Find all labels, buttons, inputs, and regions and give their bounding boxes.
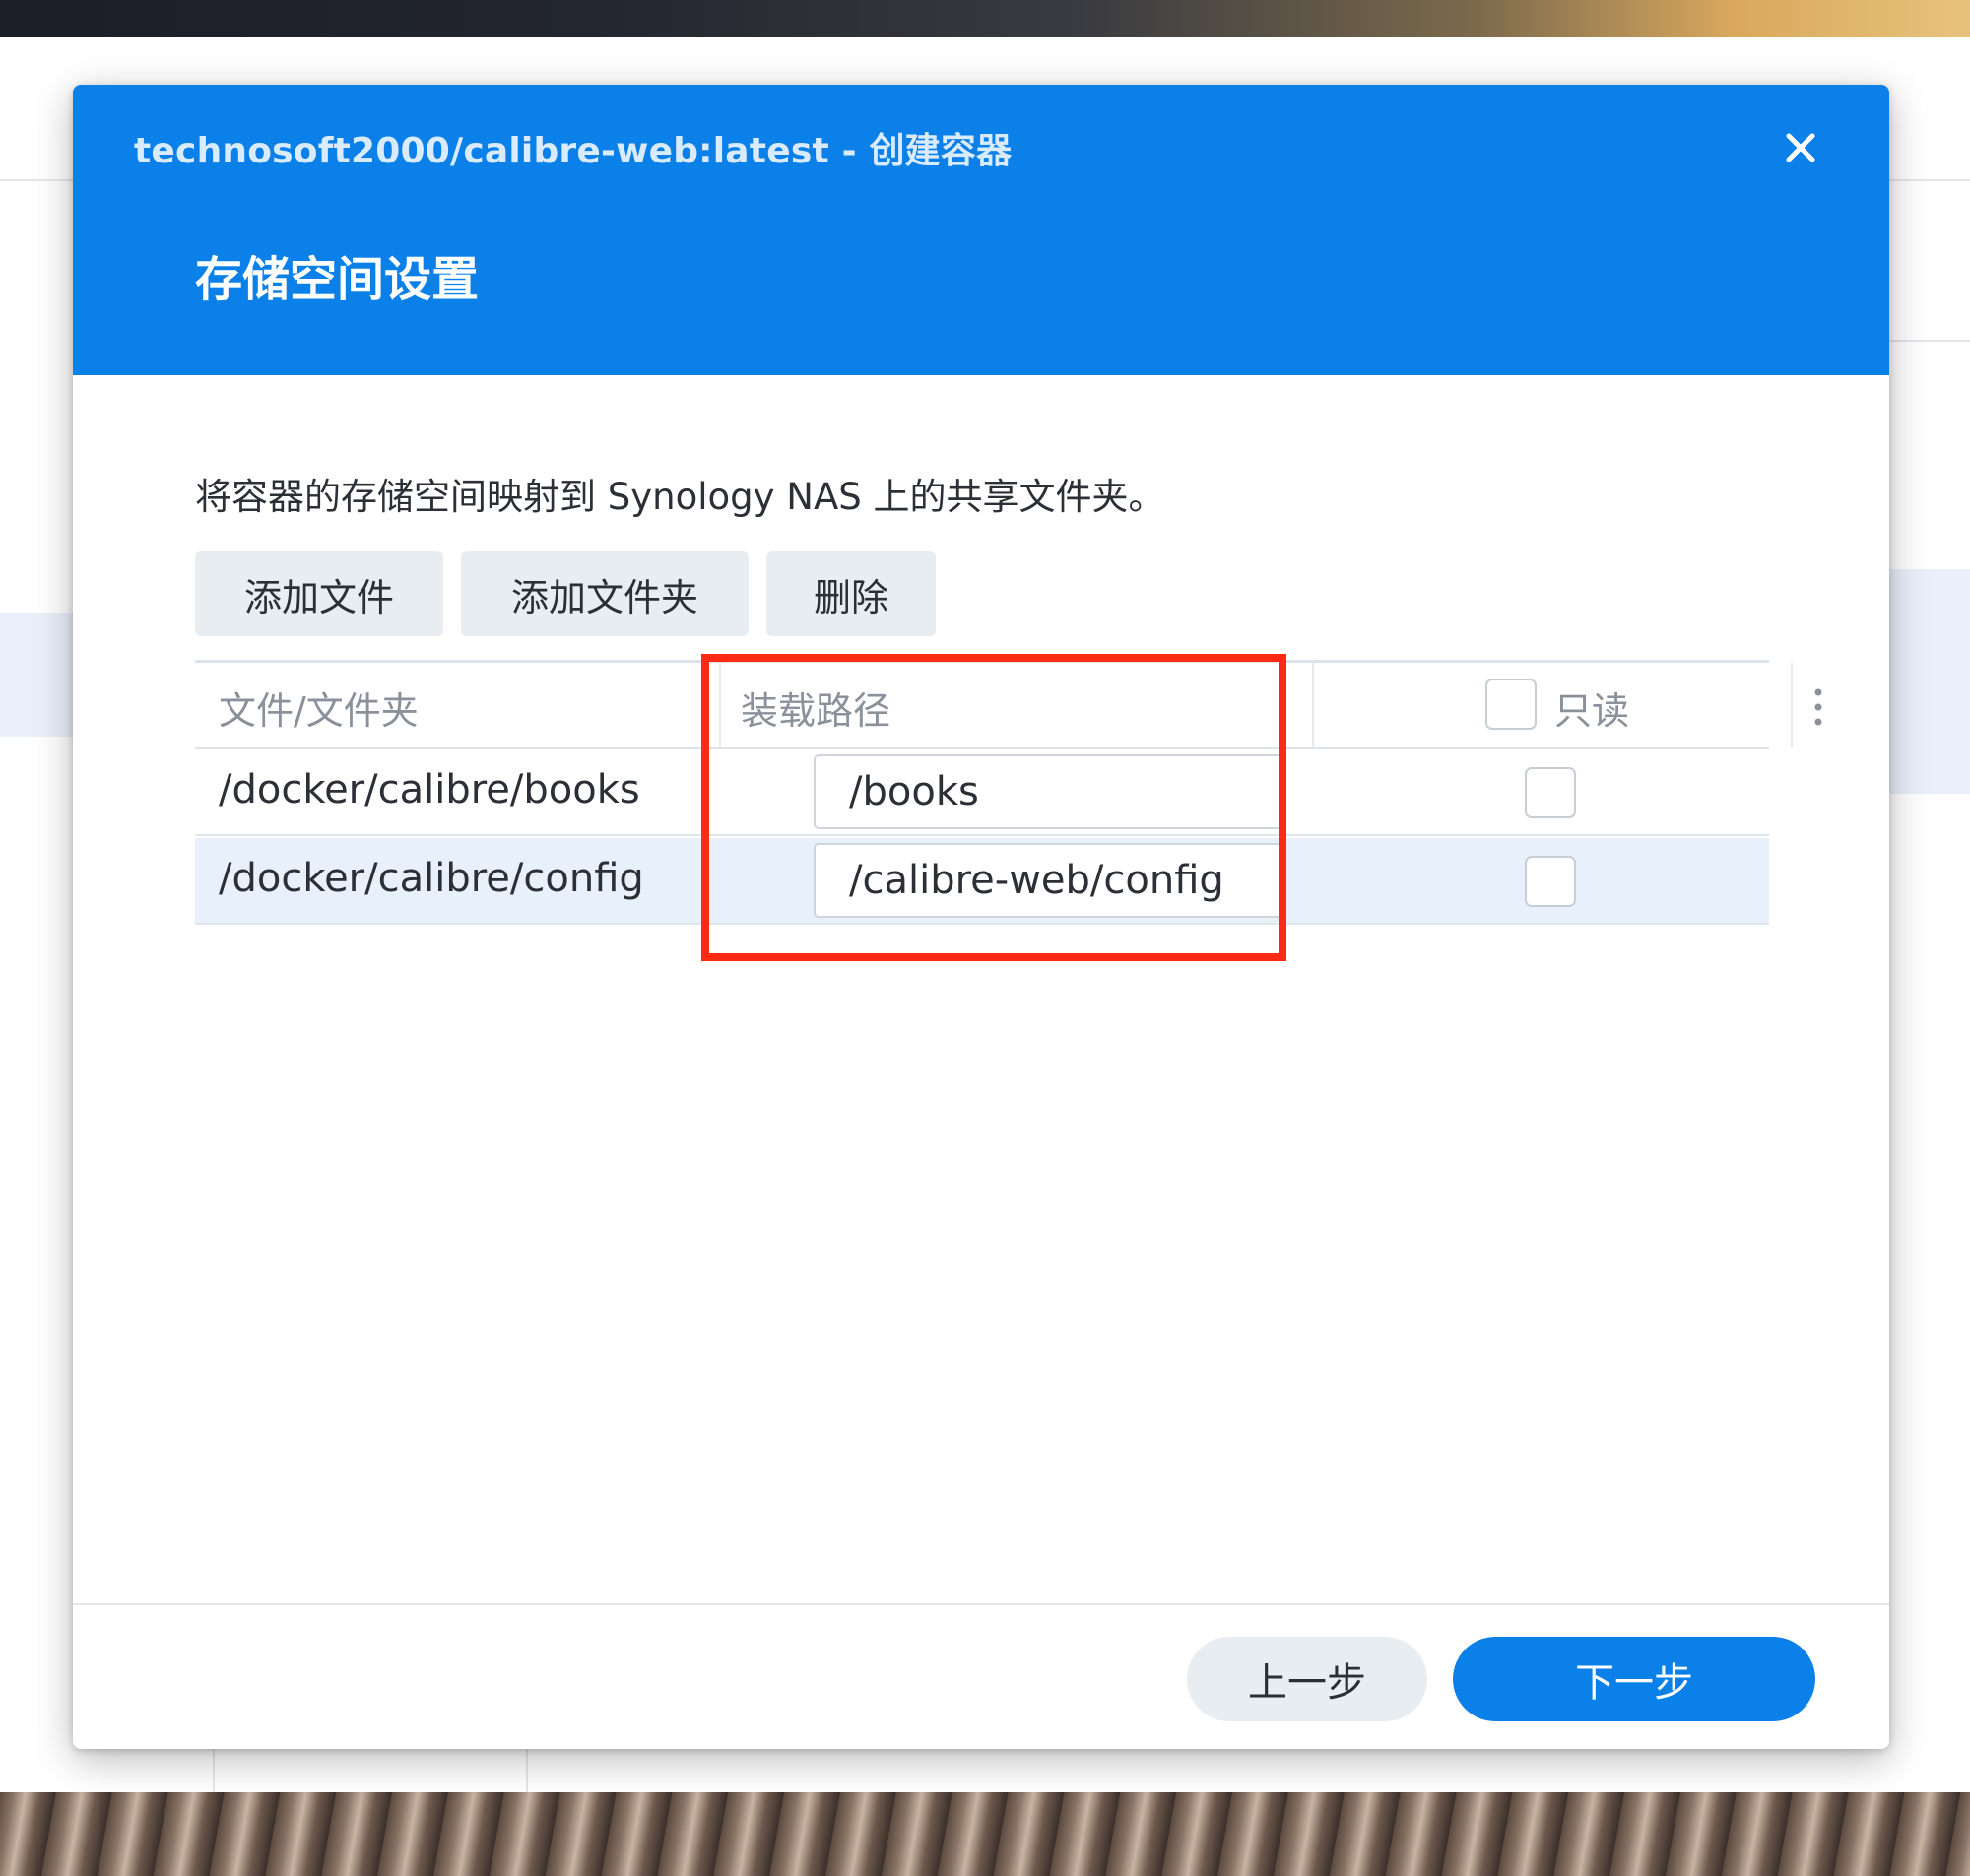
table-row-selected[interactable]: /docker/calibre/config /calibre-web/conf…	[195, 838, 1769, 925]
background-divider	[0, 179, 73, 181]
background-divider	[1889, 340, 1970, 342]
background-row	[1889, 569, 1970, 794]
background-row	[0, 613, 73, 737]
background-divider	[1889, 179, 1970, 181]
vertical-dots-icon	[1814, 688, 1822, 726]
file-folder-path: /docker/calibre/books	[219, 767, 640, 812]
desktop-wallpaper-bottom	[0, 1792, 1970, 1876]
close-button[interactable]	[1773, 120, 1828, 175]
create-container-dialog: technosoft2000/calibre-web:latest - 创建容器…	[73, 85, 1889, 1749]
close-icon	[1786, 133, 1815, 162]
column-menu-button[interactable]	[1806, 684, 1830, 730]
row-divider	[195, 923, 1769, 925]
column-header-file-folder[interactable]: 文件/文件夹	[219, 680, 419, 735]
next-step-button[interactable]: 下一步	[1453, 1637, 1815, 1721]
column-header-read-only[interactable]: 只读	[1554, 680, 1629, 735]
mount-path-input[interactable]: /calibre-web/config	[814, 843, 1284, 918]
column-separator[interactable]	[719, 663, 721, 747]
background-divider	[526, 1749, 528, 1792]
step-title: 存储空间设置	[195, 252, 480, 307]
read-only-select-all-checkbox[interactable]	[1485, 679, 1537, 730]
desktop-wallpaper-top	[0, 0, 1970, 37]
step-description: 将容器的存储空间映射到 Synology NAS 上的共享文件夹。	[195, 476, 1165, 518]
delete-button[interactable]: 删除	[766, 551, 936, 636]
table-row[interactable]: /docker/calibre/books /books	[195, 749, 1769, 836]
table-header: 文件/文件夹 装载路径 只读	[195, 663, 1822, 747]
volume-table: 文件/文件夹 装载路径 只读 /docker/calibre/books /bo…	[195, 660, 1822, 928]
previous-step-button[interactable]: 上一步	[1187, 1637, 1427, 1721]
read-only-checkbox[interactable]	[1525, 856, 1576, 907]
column-separator[interactable]	[1791, 663, 1793, 747]
dialog-header: technosoft2000/calibre-web:latest - 创建容器…	[73, 85, 1889, 375]
background-divider	[213, 1749, 215, 1792]
column-header-mount-path[interactable]: 装载路径	[741, 680, 890, 735]
file-folder-path: /docker/calibre/config	[219, 856, 644, 901]
mount-path-input[interactable]: /books	[814, 754, 1284, 829]
add-file-button[interactable]: 添加文件	[195, 551, 443, 636]
add-folder-button[interactable]: 添加文件夹	[461, 551, 749, 636]
column-separator[interactable]	[1312, 663, 1314, 747]
dialog-title: technosoft2000/calibre-web:latest - 创建容器	[134, 131, 1013, 171]
footer-divider	[73, 1603, 1889, 1605]
screen: technosoft2000/calibre-web:latest - 创建容器…	[0, 0, 1970, 1876]
read-only-checkbox[interactable]	[1525, 767, 1576, 818]
row-divider	[195, 834, 1769, 836]
